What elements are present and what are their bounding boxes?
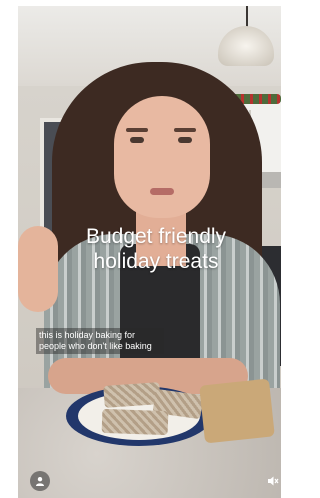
right-eyebrow	[174, 128, 196, 132]
lamp-rod	[246, 6, 248, 28]
muted-speaker-icon	[267, 476, 278, 486]
person-icon	[36, 477, 44, 486]
treat-bar	[103, 382, 161, 408]
video-subtitle: this is holiday baking for people who do…	[36, 328, 164, 354]
raised-hand	[18, 226, 58, 312]
left-eyebrow	[126, 128, 148, 132]
right-eye	[178, 137, 192, 143]
person-face	[114, 96, 210, 218]
video-title-caption: Budget friendly holiday treats	[85, 225, 227, 273]
left-eye	[130, 137, 144, 143]
mute-button[interactable]	[264, 471, 281, 491]
paper-bag	[199, 378, 275, 444]
mouth	[150, 188, 174, 195]
profile-button[interactable]	[30, 471, 50, 491]
treat-bar	[101, 408, 169, 436]
